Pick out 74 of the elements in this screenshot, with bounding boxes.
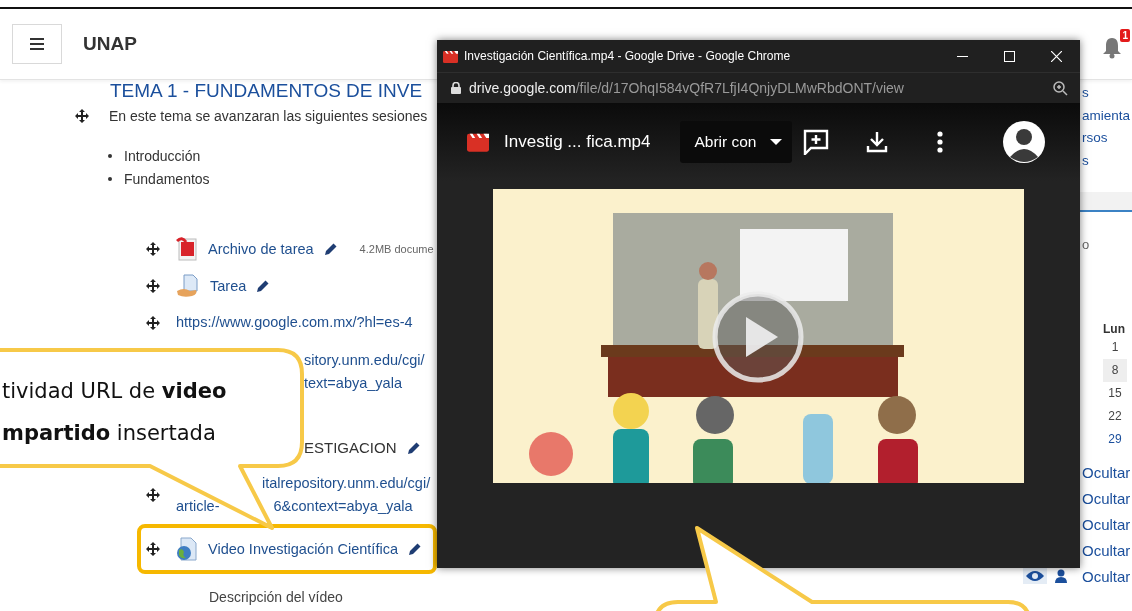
calendar-day[interactable]: 29: [1103, 428, 1127, 451]
lock-icon[interactable]: [451, 82, 461, 94]
calendar-day[interactable]: 8: [1103, 359, 1127, 382]
caret-icon: [770, 139, 783, 145]
activity-link[interactable]: Video Investigación Científica: [208, 541, 398, 557]
move-icon[interactable]: [146, 488, 160, 502]
open-with-button[interactable]: Abrir con: [680, 121, 793, 163]
callout-text: tividad URL de video mpartido insertada: [2, 378, 227, 447]
link-text[interactable]: sitory.unm.edu/cgi/: [304, 351, 425, 370]
notification-count: 1: [1120, 29, 1130, 42]
zoom-icon[interactable]: [1053, 80, 1068, 96]
calendar-day[interactable]: 1: [1103, 336, 1127, 359]
hide-link[interactable]: Ocultar: [1082, 515, 1131, 533]
activity-link[interactable]: Archivo de tarea: [208, 240, 314, 257]
link-text[interactable]: text=abya_yala: [304, 374, 402, 393]
link-text[interactable]: https://www.google.com.mx/?hl=es-4: [176, 313, 413, 332]
move-icon[interactable]: [146, 542, 160, 556]
address-field[interactable]: drive.google.com/file/d/17OhqI584vQfR7LfjI4QnjyDLMwRbdONT/view: [469, 80, 904, 96]
pencil-icon[interactable]: [406, 440, 421, 455]
activity-link[interactable]: Tarea: [210, 277, 247, 294]
eye-icon: [1026, 570, 1044, 582]
avatar[interactable]: [1003, 121, 1045, 163]
notification-button[interactable]: 1: [1102, 29, 1130, 59]
link-text[interactable]: 6&context=abya_yala: [273, 497, 413, 516]
calendar-day[interactable]: 15: [1103, 382, 1127, 405]
window-title: Investigación Científica.mp4 - Google Drive - Google Chrome: [464, 49, 791, 63]
assignment-icon: [176, 273, 200, 298]
hide-link[interactable]: Ocultar: [1082, 463, 1131, 481]
weekday-header: Lun: [1103, 322, 1126, 336]
hide-link[interactable]: Ocultar: [1082, 567, 1131, 585]
pencil-icon[interactable]: [407, 542, 422, 556]
activity-description: Descripción del vídeo: [209, 588, 343, 605]
site-name[interactable]: UNAP: [83, 33, 137, 55]
pencil-icon[interactable]: [323, 241, 338, 256]
close-icon: [1051, 50, 1062, 62]
bullet: [108, 153, 112, 158]
link-text[interactable]: article-: [176, 497, 220, 516]
file-name: Investig ... fica.mp4: [504, 132, 651, 152]
section-title: TEMA 1 - FUNDAMENTOS DE INVE: [110, 80, 423, 102]
topic-item: Introducción: [124, 147, 201, 164]
move-icon[interactable]: [146, 315, 160, 330]
link-text[interactable]: italrepository.unm.edu/cgi/: [262, 474, 431, 493]
block-link[interactable]: amienta: [1082, 104, 1132, 127]
block-link[interactable]: s: [1082, 149, 1132, 172]
add-comment-icon: [803, 129, 830, 155]
block-link[interactable]: rsos: [1082, 127, 1132, 150]
menu-icon: [30, 38, 44, 50]
file-info: 4.2MB docume: [359, 242, 434, 255]
menu-button[interactable]: [12, 24, 62, 64]
move-icon[interactable]: [75, 109, 89, 123]
play-button[interactable]: [712, 291, 804, 383]
calendar-text: o: [1082, 237, 1091, 252]
move-icon[interactable]: [146, 241, 160, 256]
maximize-icon: [1004, 50, 1015, 62]
block-link[interactable]: s: [1082, 82, 1132, 105]
topic-item: Fundamentos: [124, 170, 210, 187]
more-icon: [937, 131, 944, 153]
bullet: [108, 176, 112, 181]
web-file-icon: [176, 537, 198, 561]
video-file-icon: [443, 48, 458, 64]
download-icon: [866, 131, 889, 153]
hide-link[interactable]: Ocultar: [1082, 489, 1131, 507]
pencil-icon[interactable]: [256, 278, 271, 293]
bell-icon: [1102, 37, 1122, 59]
activity-heading: ESTIGACION: [304, 439, 397, 456]
calendar-day[interactable]: 22: [1103, 405, 1127, 428]
hide-link[interactable]: Ocultar: [1082, 541, 1131, 559]
section-summary: En este tema se avanzaran las siguientes sesiones: [109, 108, 428, 124]
pdf-file-icon: [176, 236, 198, 261]
user-icon: [1055, 569, 1067, 583]
eye-button[interactable]: [1023, 568, 1047, 584]
minimize-icon: [957, 55, 968, 57]
video-file-icon: [467, 131, 489, 153]
move-icon[interactable]: [146, 278, 160, 293]
